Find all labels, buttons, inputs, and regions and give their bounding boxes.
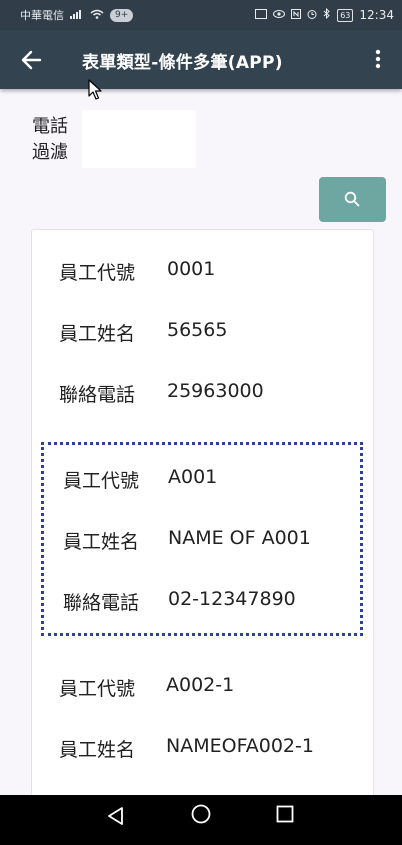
employee-name-value: NAMEOFA002-1 (166, 735, 314, 757)
employee-id-value: A001 (168, 466, 218, 488)
status-right: 63 12:34 (255, 7, 394, 22)
battery-icon: 63 (337, 8, 354, 22)
signal-icon (70, 9, 84, 22)
bluetooth-icon (323, 7, 331, 22)
employee-name-label: 員工姓名 (59, 739, 136, 761)
employee-id-label: 員工代號 (59, 262, 136, 284)
contact-phone-value: 25963000 (167, 380, 264, 402)
employee-name-label: 員工姓名 (63, 531, 140, 553)
employee-name-label: 員工姓名 (59, 323, 136, 345)
employee-id-value: A002-1 (166, 674, 235, 696)
nfc-icon (291, 8, 302, 22)
phone-filter-input[interactable] (82, 110, 196, 168)
filter-label-line2: 過濾 (32, 142, 68, 163)
cast-icon (255, 8, 268, 22)
wifi-icon (90, 9, 104, 22)
nav-home-icon[interactable] (190, 803, 212, 829)
notification-badge: 9+ (110, 8, 134, 22)
search-button[interactable] (319, 177, 386, 222)
carrier-name: 中華電信 (20, 9, 64, 22)
contact-phone-label: 聯絡電話 (63, 592, 140, 614)
employee-id-label: 員工代號 (59, 678, 136, 700)
employee-id-label: 員工代號 (63, 470, 140, 492)
filter-label-line1: 電話 (32, 116, 68, 137)
back-arrow-icon[interactable] (18, 46, 46, 74)
contact-phone-label: 聯絡電話 (59, 384, 136, 406)
employee-name-value: NAME OF A001 (168, 527, 311, 549)
nav-back-icon[interactable] (106, 806, 126, 830)
clock-time: 12:34 (359, 8, 394, 22)
status-bar: 中華電信 9+ 63 12:34 (0, 0, 402, 30)
contact-phone-value: 02-12347890 (168, 588, 296, 610)
eye-icon (273, 9, 286, 22)
mouse-cursor-icon (88, 79, 104, 101)
page-title: 表單類型-條件多筆(APP) (82, 53, 283, 73)
app-bar: 表單類型-條件多筆(APP) (0, 30, 402, 89)
employee-name-value: 56565 (167, 319, 228, 341)
nav-recent-apps-icon[interactable] (276, 805, 294, 827)
status-left: 中華電信 9+ (20, 7, 134, 23)
more-options-icon[interactable] (372, 48, 384, 72)
search-icon (344, 191, 360, 207)
phone-filter-label: 電話 過濾 (32, 114, 68, 166)
employee-id-value: 0001 (167, 258, 216, 280)
alarm-icon (307, 9, 317, 22)
